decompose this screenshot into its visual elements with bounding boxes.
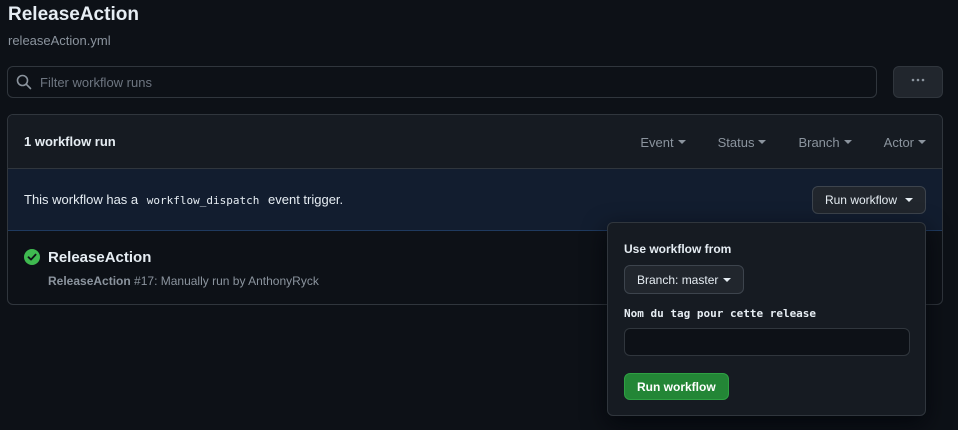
caret-down-icon xyxy=(843,140,852,144)
filter-branch-dropdown[interactable]: Branch xyxy=(798,135,852,150)
filter-runs-field[interactable] xyxy=(7,66,877,98)
more-options-button[interactable] xyxy=(893,66,943,98)
filter-status-dropdown[interactable]: Status xyxy=(718,135,767,150)
caret-down-icon xyxy=(723,277,732,282)
branch-select-button[interactable]: Branch: master xyxy=(624,265,745,294)
filter-event-dropdown[interactable]: Event xyxy=(640,135,686,150)
tag-input-label: Nom du tag pour cette release xyxy=(624,307,817,320)
runs-header: 1 workflow run Event Status Branch Actor xyxy=(8,115,942,169)
dispatch-code: workflow_dispatch xyxy=(146,194,260,207)
page-title: ReleaseAction xyxy=(8,4,139,25)
caret-down-icon xyxy=(905,198,913,202)
run-workflow-dropdown: Use workflow from Branch: master Nom du … xyxy=(607,222,926,416)
check-circle-fill-icon xyxy=(24,249,40,270)
run-meta: ReleaseAction #17: Manually run by Antho… xyxy=(48,274,319,288)
filter-runs-input[interactable] xyxy=(40,74,876,90)
caret-down-icon xyxy=(677,140,686,144)
search-icon xyxy=(8,74,40,90)
dispatch-text: This workflow has a workflow_dispatch ev… xyxy=(24,192,344,207)
kebab-horizontal-icon xyxy=(910,72,926,93)
caret-down-icon xyxy=(918,140,926,144)
run-count: 1 workflow run xyxy=(24,134,116,149)
use-workflow-from-label: Use workflow from xyxy=(624,242,732,256)
run-workflow-submit-button[interactable]: Run workflow xyxy=(624,373,729,400)
tag-name-input[interactable] xyxy=(624,328,910,356)
run-title-link[interactable]: ReleaseAction xyxy=(48,249,151,266)
run-workflow-menu-button[interactable]: Run workflow xyxy=(811,186,926,214)
caret-down-icon xyxy=(758,140,767,144)
run-filters: Event Status Branch Actor xyxy=(624,115,942,169)
filter-actor-dropdown[interactable]: Actor xyxy=(884,135,926,150)
workflow-filename[interactable]: releaseAction.yml xyxy=(8,33,111,48)
